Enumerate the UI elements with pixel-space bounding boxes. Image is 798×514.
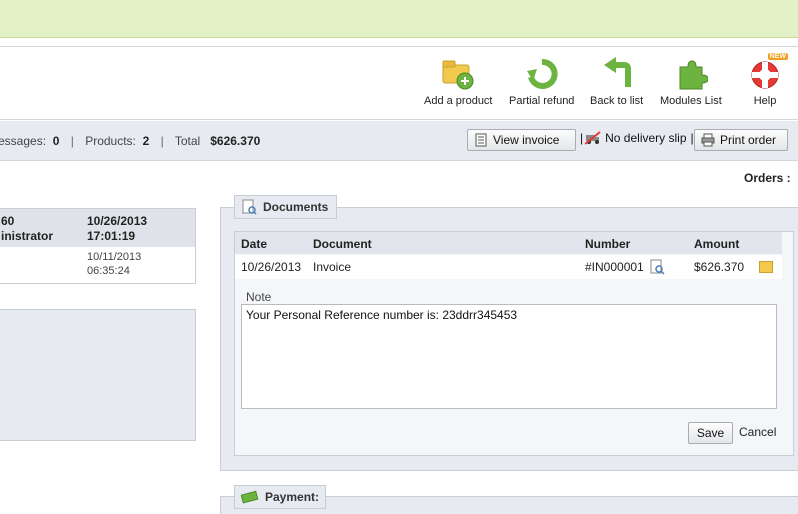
doc-number-link[interactable]: #IN000001: [585, 260, 644, 274]
separator: |: [580, 131, 584, 145]
products-label: Products:: [85, 134, 136, 148]
document-icon: [241, 199, 257, 215]
back-to-list-button[interactable]: Back to list: [590, 57, 643, 107]
col-number: Number: [585, 237, 631, 251]
doc-type: Invoice: [313, 260, 352, 274]
lifebuoy-icon: NEW: [748, 53, 788, 91]
total-value: $626.370: [210, 134, 261, 148]
view-document-icon[interactable]: [649, 259, 665, 275]
total-label: Total: [174, 134, 201, 148]
spacer: [0, 38, 798, 46]
view-invoice-label: View invoice: [493, 133, 560, 147]
history-time: 06:35:24: [87, 265, 130, 277]
add-product-label: Add a product: [424, 95, 493, 107]
col-document: Document: [313, 237, 372, 251]
messages-count: 0: [52, 134, 60, 148]
partial-refund-label: Partial refund: [509, 95, 575, 107]
partial-refund-button[interactable]: Partial refund: [509, 57, 574, 107]
note-textarea[interactable]: Your Personal Reference number is: 23ddr…: [241, 304, 777, 409]
cancel-link[interactable]: Cancel: [739, 425, 776, 439]
print-order-button[interactable]: Print order: [694, 129, 788, 151]
new-badge: NEW: [767, 53, 788, 60]
history-time: 17:01:19: [87, 229, 136, 243]
products-count: 2: [142, 134, 150, 148]
puzzle-icon: [674, 57, 709, 91]
payment-legend: Payment:: [234, 485, 327, 509]
printer-icon: [701, 133, 715, 147]
view-invoice-button[interactable]: View invoice: [467, 129, 576, 151]
refund-icon: [525, 57, 559, 91]
toolbar: Add a product Partial refund Back to lis…: [0, 46, 798, 120]
messages-label: essages:: [0, 134, 47, 148]
separator: |: [160, 134, 164, 148]
documents-legend: Documents: [234, 195, 338, 219]
doc-date: 10/26/2013: [241, 260, 302, 274]
history-date: 10/11/2013: [87, 251, 142, 263]
history-date: 10/26/2013: [87, 214, 148, 228]
save-button[interactable]: Save: [688, 422, 733, 444]
col-amount: Amount: [694, 237, 740, 251]
no-delivery-icon: [584, 131, 601, 145]
documents-table-header: Date Document Number Amount: [235, 232, 782, 254]
money-icon: [240, 490, 259, 504]
payment-title: Payment:: [265, 490, 320, 504]
no-delivery-slip: | No delivery slip |: [580, 131, 694, 145]
back-to-list-label: Back to list: [590, 95, 644, 107]
notification-bar: [0, 0, 798, 38]
employee-id: 60: [1, 214, 15, 228]
add-product-icon: [441, 57, 475, 91]
save-label: Save: [696, 426, 725, 440]
documents-title: Documents: [263, 200, 329, 214]
table-row: 10/26/2013 Invoice #IN000001 $626.370: [235, 255, 782, 279]
note-icon[interactable]: [759, 261, 773, 273]
modules-list-button[interactable]: Modules List: [660, 57, 722, 107]
order-stats: essages: 0 | Products: 2 | Total $626.37…: [0, 134, 260, 148]
help-label: Help: [753, 95, 777, 107]
col-date: Date: [241, 237, 268, 251]
print-order-label: Print order: [720, 133, 777, 147]
left-panel: [0, 309, 196, 441]
modules-list-label: Modules List: [660, 95, 722, 107]
no-delivery-label: No delivery slip: [605, 131, 687, 145]
doc-amount: $626.370: [694, 260, 745, 274]
invoice-icon: [474, 133, 488, 147]
back-arrow-icon: [600, 57, 634, 91]
history-table: 60 inistrator 10/26/2013 17:01:19 10/11/…: [0, 208, 196, 284]
add-product-button[interactable]: Add a product: [424, 57, 493, 107]
help-button[interactable]: NEW Help: [748, 53, 788, 107]
separator: |: [70, 134, 74, 148]
orders-label: Orders :: [744, 171, 791, 185]
table-row: 60 inistrator 10/26/2013 17:01:19: [0, 209, 195, 247]
note-label: Note: [246, 290, 272, 304]
employee-role: inistrator: [1, 229, 54, 243]
